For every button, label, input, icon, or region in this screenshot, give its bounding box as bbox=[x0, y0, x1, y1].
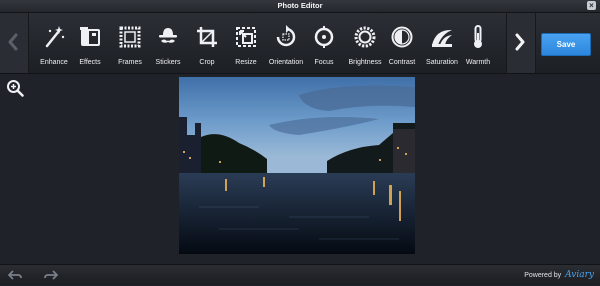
toolbar: Enhance Effects Frames Stickers Crop Res… bbox=[0, 13, 600, 74]
save-button[interactable]: Save bbox=[541, 33, 591, 56]
window-title: Photo Editor bbox=[277, 1, 323, 10]
close-icon: × bbox=[589, 1, 594, 10]
tool-warmth[interactable]: Warmth bbox=[454, 19, 502, 69]
undo-icon[interactable] bbox=[8, 269, 22, 281]
magic-wand-icon bbox=[45, 26, 65, 48]
chevron-left-icon bbox=[8, 33, 18, 51]
close-button[interactable]: × bbox=[587, 1, 596, 10]
brand-logo[interactable]: Aviary bbox=[565, 270, 594, 280]
focus-icon bbox=[314, 26, 334, 48]
tool-list: Enhance Effects Frames Stickers Crop Res… bbox=[28, 13, 506, 73]
contrast-icon bbox=[391, 26, 413, 48]
saturation-icon bbox=[432, 29, 452, 47]
powered-by-label: Powered by bbox=[524, 272, 562, 279]
tool-label: Warmth bbox=[465, 59, 491, 66]
crop-icon bbox=[197, 27, 217, 47]
thermometer-icon bbox=[474, 25, 482, 48]
scroll-right-button[interactable] bbox=[506, 13, 536, 73]
photo-preview[interactable] bbox=[179, 77, 415, 254]
brightness-icon bbox=[354, 26, 376, 48]
title-bar: Photo Editor × bbox=[0, 0, 600, 13]
chevron-right-icon bbox=[515, 33, 525, 51]
bottom-bar: Powered by Aviary bbox=[0, 264, 600, 285]
canvas-area bbox=[0, 74, 600, 264]
redo-icon[interactable] bbox=[44, 269, 58, 281]
rotate-icon bbox=[276, 25, 296, 47]
resize-icon bbox=[236, 27, 256, 47]
zoom-in-icon[interactable] bbox=[6, 79, 24, 97]
effects-icon bbox=[80, 27, 100, 46]
powered-by: Powered by Aviary bbox=[524, 265, 594, 286]
stickers-icon bbox=[159, 28, 177, 43]
frames-icon bbox=[119, 26, 141, 48]
